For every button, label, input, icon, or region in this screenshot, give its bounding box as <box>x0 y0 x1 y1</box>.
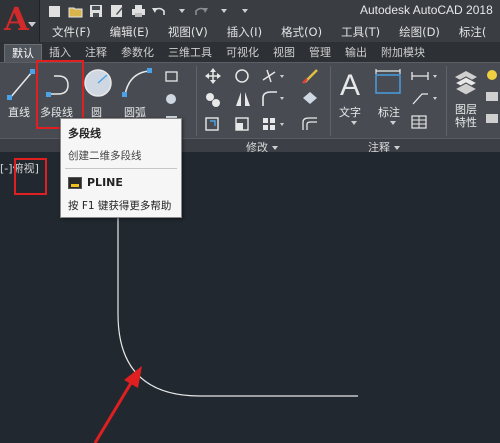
menu-view[interactable]: 视图(V) <box>168 24 208 40</box>
panel-divider <box>446 66 447 136</box>
undo-dropdown-icon[interactable] <box>172 4 188 19</box>
polyline-tooltip: 多段线 创建二维多段线 PLINE 按 F1 键获得更多帮助 <box>60 118 182 218</box>
command-line-icon <box>68 177 82 189</box>
annotation-small-tools[interactable] <box>410 70 444 132</box>
window-title: Autodesk AutoCAD 2018 <box>360 3 493 17</box>
layer-properties-icon[interactable] <box>451 67 481 99</box>
tooltip-help: 按 F1 键获得更多帮助 <box>68 200 172 212</box>
stretch-icon <box>205 117 219 131</box>
tab-3d-tools[interactable]: 三维工具 <box>161 44 219 62</box>
light-bulb-icon <box>487 70 497 80</box>
text-button-label[interactable]: 文字 <box>339 104 361 120</box>
tooltip-title: 多段线 <box>68 127 101 140</box>
explode-icon <box>303 92 317 104</box>
chevron-down-icon <box>394 146 400 150</box>
ribbon-tabs: 默认 插入 注释 参数化 三维工具 可视化 视图 管理 输出 附加模块 <box>0 42 500 62</box>
menu-file[interactable]: 文件(F) <box>52 24 91 40</box>
tab-output[interactable]: 输出 <box>338 44 374 62</box>
line-icon[interactable] <box>6 68 36 102</box>
linear-dimension-icon <box>411 72 437 80</box>
view-highlight-box <box>14 158 47 195</box>
offset-icon <box>302 117 317 130</box>
table-icon <box>411 115 427 129</box>
text-icon[interactable]: A <box>337 67 365 101</box>
tab-visualize[interactable]: 可视化 <box>219 44 266 62</box>
menu-bar: 文件(F) 编辑(E) 视图(V) 插入(I) 格式(O) 工具(T) 绘图(D… <box>40 22 500 42</box>
svg-text:A: A <box>340 69 360 101</box>
menu-edit[interactable]: 编辑(E) <box>110 24 149 40</box>
print-icon[interactable] <box>130 4 146 19</box>
rectangle-icon[interactable] <box>164 70 180 84</box>
trim-icon <box>262 69 284 83</box>
autocad-logo-icon: A <box>4 0 29 38</box>
text-dropdown-icon[interactable] <box>351 121 357 125</box>
save-icon[interactable] <box>88 4 104 19</box>
dimension-button-label[interactable]: 标注 <box>378 104 400 120</box>
layer-small-tools[interactable] <box>484 68 500 132</box>
menu-draw[interactable]: 绘图(D) <box>399 24 440 40</box>
chevron-down-icon <box>272 146 278 150</box>
array-icon <box>263 118 284 130</box>
title-bar: Autodesk AutoCAD 2018 <box>0 0 500 22</box>
move-icon <box>205 68 221 84</box>
dimension-dropdown-icon[interactable] <box>390 121 396 125</box>
arc-icon[interactable] <box>121 67 153 101</box>
layer-state-icon <box>486 92 498 101</box>
save-as-icon[interactable] <box>109 4 125 19</box>
redo-dropdown-icon[interactable] <box>214 4 230 19</box>
layer-match-icon <box>486 114 498 123</box>
new-file-icon[interactable] <box>46 4 62 19</box>
tab-addins[interactable]: 附加模块 <box>374 44 432 62</box>
circle-icon[interactable] <box>82 67 114 101</box>
menu-insert[interactable]: 插入(I) <box>227 24 262 40</box>
tooltip-command: PLINE <box>87 176 123 189</box>
tab-parametric[interactable]: 参数化 <box>114 44 161 62</box>
application-menu-button[interactable]: A <box>0 0 40 42</box>
quick-access-toolbar <box>46 3 251 19</box>
fillet-icon <box>262 91 284 106</box>
tab-view[interactable]: 视图 <box>266 44 302 62</box>
scale-icon <box>235 117 249 131</box>
multileader-icon <box>412 93 437 105</box>
customize-qat-icon[interactable] <box>235 4 251 19</box>
tab-manage[interactable]: 管理 <box>302 44 338 62</box>
mirror-icon <box>236 92 250 106</box>
red-arrow-annotation <box>93 366 142 443</box>
polyline-shape <box>117 212 358 397</box>
tooltip-description: 创建二维多段线 <box>68 150 142 162</box>
line-button-label[interactable]: 直线 <box>8 104 30 120</box>
open-folder-icon[interactable] <box>67 4 83 19</box>
panel-divider <box>330 66 331 136</box>
modify-tools-grid[interactable] <box>205 68 325 134</box>
redo-icon[interactable] <box>193 4 209 19</box>
chevron-down-icon <box>28 22 36 27</box>
tooltip-divider <box>65 168 177 169</box>
menu-dimension[interactable]: 标注( <box>459 24 487 40</box>
menu-format[interactable]: 格式(O) <box>281 24 322 40</box>
menu-tools[interactable]: 工具(T) <box>341 24 380 40</box>
copy-icon <box>206 93 220 107</box>
hatch-icon[interactable] <box>164 92 180 106</box>
undo-icon[interactable] <box>151 4 167 19</box>
rotate-icon <box>235 69 249 83</box>
erase-icon <box>302 69 318 84</box>
layer-properties-label[interactable]: 图层 特性 <box>455 103 477 129</box>
dimension-icon[interactable] <box>373 67 403 101</box>
panel-divider <box>196 66 197 136</box>
